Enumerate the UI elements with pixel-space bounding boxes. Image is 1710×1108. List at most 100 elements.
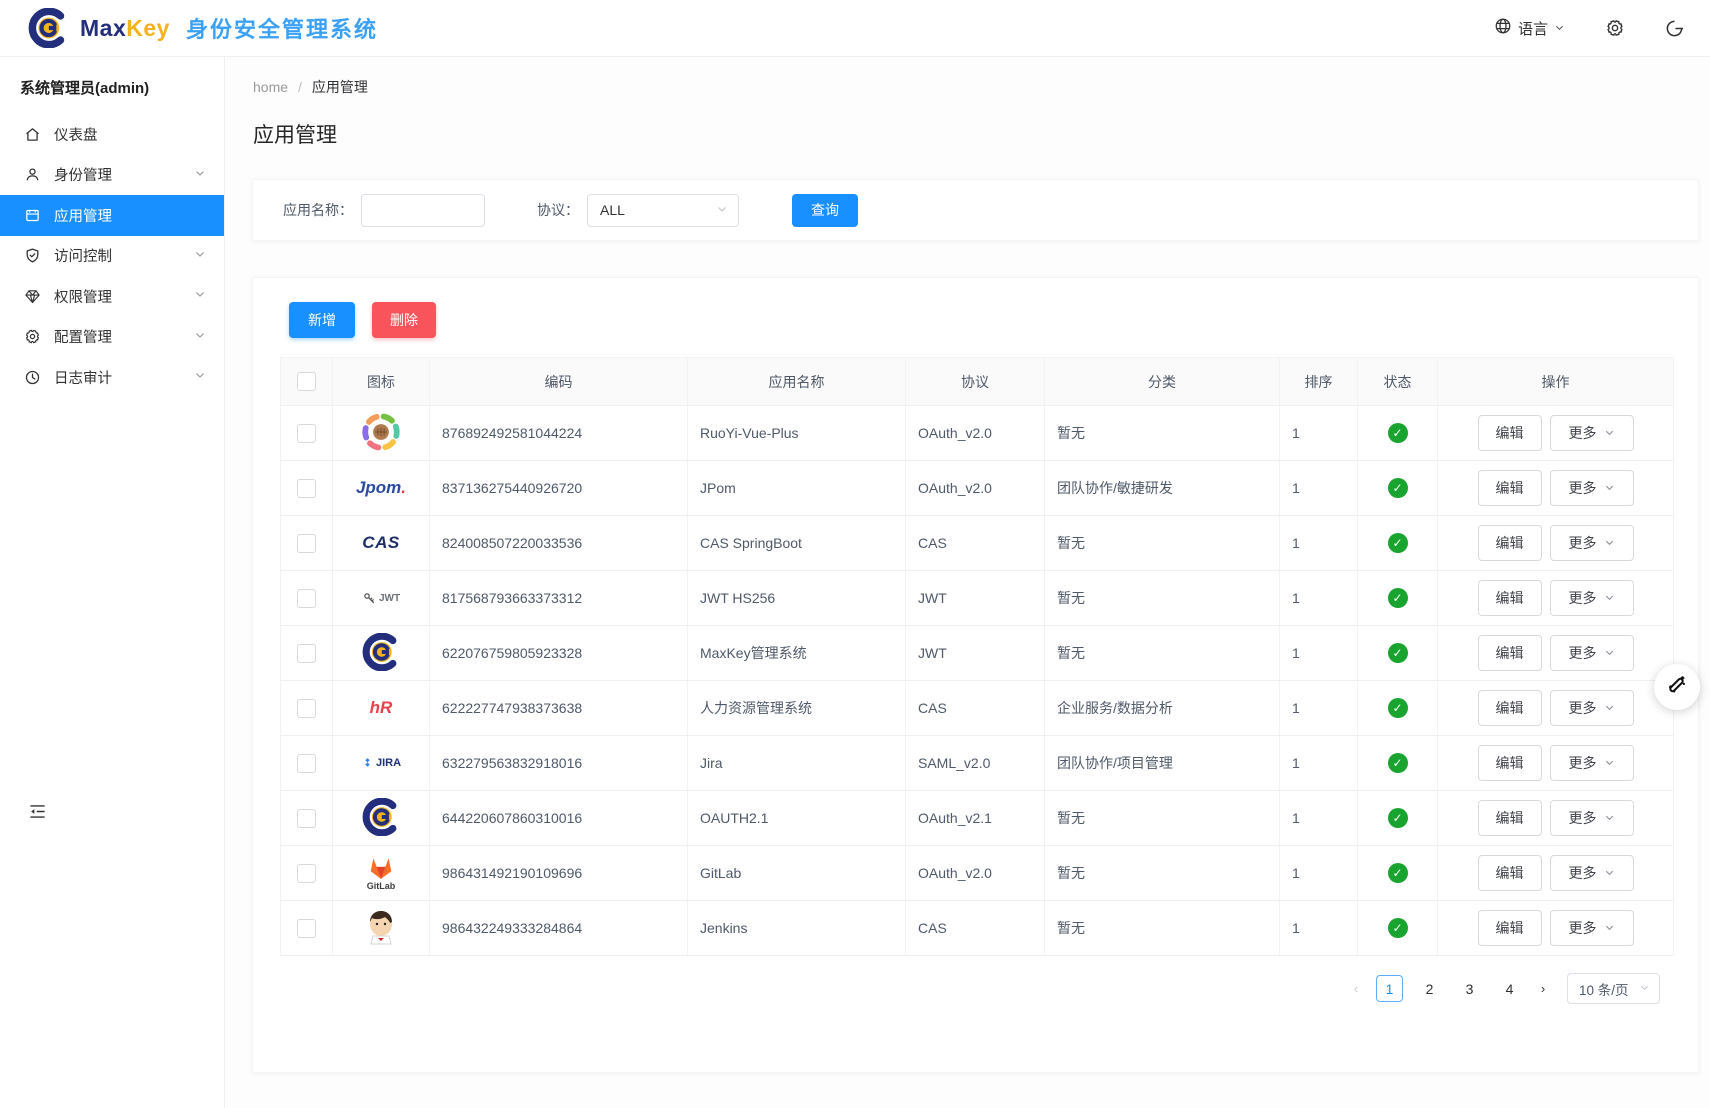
sort-cell: 1 xyxy=(1280,846,1358,900)
sidebar-item-5[interactable]: 配置管理 xyxy=(0,317,224,358)
table-row: JWT817568793663373312JWT HS256JWT暂无1✓编辑更… xyxy=(281,571,1673,626)
more-button[interactable]: 更多 xyxy=(1550,470,1634,506)
category-cell: 暂无 xyxy=(1045,626,1280,680)
more-button[interactable]: 更多 xyxy=(1550,800,1634,836)
apps-icon xyxy=(24,207,41,224)
sidebar-item-4[interactable]: 权限管理 xyxy=(0,276,224,317)
chevron-down-icon xyxy=(1604,425,1615,441)
table-row: 622076759805923328MaxKey管理系统JWT暂无1✓编辑更多 xyxy=(281,626,1673,681)
breadcrumb-current: 应用管理 xyxy=(312,79,368,95)
edit-button[interactable]: 编辑 xyxy=(1478,415,1542,451)
edit-button[interactable]: 编辑 xyxy=(1478,745,1542,781)
more-button[interactable]: 更多 xyxy=(1550,525,1634,561)
actions-cell: 编辑更多 xyxy=(1438,901,1673,955)
chevron-down-icon xyxy=(1604,645,1615,661)
protocol-cell: CAS xyxy=(906,901,1045,955)
row-checkbox[interactable] xyxy=(297,534,316,553)
add-button[interactable]: 新增 xyxy=(289,302,355,338)
more-button[interactable]: 更多 xyxy=(1550,580,1634,616)
app-name-cell: Jenkins xyxy=(688,901,906,955)
chevron-down-icon xyxy=(1604,920,1615,936)
status-cell: ✓ xyxy=(1358,736,1438,790)
app-logo-jenkins xyxy=(363,908,399,949)
column-header: 状态 xyxy=(1358,358,1438,405)
search-button[interactable]: 查询 xyxy=(792,194,858,227)
collapse-sidebar-icon[interactable] xyxy=(28,802,47,826)
page-number-2[interactable]: 2 xyxy=(1416,975,1443,1002)
more-button[interactable]: 更多 xyxy=(1550,635,1634,671)
select-all-checkbox[interactable] xyxy=(297,372,316,391)
more-button[interactable]: 更多 xyxy=(1550,910,1634,946)
sidebar-item-apps[interactable]: 应用管理 xyxy=(0,195,224,236)
protocol-cell: SAML_v2.0 xyxy=(906,736,1045,790)
edit-button[interactable]: 编辑 xyxy=(1478,525,1542,561)
row-checkbox[interactable] xyxy=(297,424,316,443)
topbar-actions: 语言 xyxy=(1494,17,1684,39)
app-icon-cell xyxy=(333,901,430,955)
app-name-cell: OAUTH2.1 xyxy=(688,791,906,845)
category-cell: 团队协作/项目管理 xyxy=(1045,736,1280,790)
page-number-1[interactable]: 1 xyxy=(1376,975,1403,1002)
globe-icon xyxy=(1494,17,1512,39)
column-header: 操作 xyxy=(1438,358,1673,405)
row-checkbox[interactable] xyxy=(297,919,316,938)
sort-cell: 1 xyxy=(1280,681,1358,735)
next-page-button[interactable]: › xyxy=(1536,981,1550,996)
edit-button[interactable]: 编辑 xyxy=(1478,855,1542,891)
app-code-cell: 986432249333284864 xyxy=(430,901,688,955)
protocol-cell: OAuth_v2.0 xyxy=(906,461,1045,515)
more-button[interactable]: 更多 xyxy=(1550,855,1634,891)
sidebar-item-6[interactable]: 日志审计 xyxy=(0,357,224,398)
breadcrumb: home/应用管理 xyxy=(225,57,1710,97)
edit-button[interactable]: 编辑 xyxy=(1478,800,1542,836)
actions-cell: 编辑更多 xyxy=(1438,461,1673,515)
settings-gear-icon[interactable] xyxy=(1605,18,1625,38)
protocol-select[interactable]: ALL xyxy=(587,194,739,227)
row-checkbox-cell xyxy=(281,516,333,570)
row-checkbox[interactable] xyxy=(297,864,316,883)
delete-button[interactable]: 删除 xyxy=(372,302,436,338)
edit-button[interactable]: 编辑 xyxy=(1478,580,1542,616)
breadcrumb-home[interactable]: home xyxy=(253,79,288,95)
row-checkbox[interactable] xyxy=(297,644,316,663)
sidebar-item-label: 日志审计 xyxy=(54,367,112,388)
sort-cell: 1 xyxy=(1280,516,1358,570)
more-button[interactable]: 更多 xyxy=(1550,745,1634,781)
logout-icon[interactable] xyxy=(1665,19,1684,38)
row-checkbox[interactable] xyxy=(297,699,316,718)
chevron-down-icon xyxy=(194,369,206,385)
sidebar-item-1[interactable]: 身份管理 xyxy=(0,155,224,196)
sidebar-item-dashboard[interactable]: 仪表盘 xyxy=(0,114,224,155)
sort-cell: 1 xyxy=(1280,736,1358,790)
chevron-down-icon xyxy=(1604,865,1615,881)
row-checkbox[interactable] xyxy=(297,589,316,608)
actions-cell: 编辑更多 xyxy=(1438,626,1673,680)
app-code-cell: 644220607860310016 xyxy=(430,791,688,845)
edit-button[interactable]: 编辑 xyxy=(1478,635,1542,671)
chevron-down-icon xyxy=(1604,700,1615,716)
row-checkbox-cell xyxy=(281,791,333,845)
app-name-input[interactable] xyxy=(361,194,485,227)
app-name-cell: JPom xyxy=(688,461,906,515)
chevron-down-icon xyxy=(716,202,728,218)
page-size-select[interactable]: 10 条/页 xyxy=(1567,973,1660,1004)
edit-button[interactable]: 编辑 xyxy=(1478,690,1542,726)
page-number-3[interactable]: 3 xyxy=(1456,975,1483,1002)
language-menu[interactable]: 语言 xyxy=(1494,17,1565,39)
prev-page-button[interactable]: ‹ xyxy=(1349,981,1363,996)
actions-cell: 编辑更多 xyxy=(1438,791,1673,845)
edit-button[interactable]: 编辑 xyxy=(1478,910,1542,946)
row-checkbox[interactable] xyxy=(297,754,316,773)
app-icon-cell: JIRA xyxy=(333,736,430,790)
assistant-fab-button[interactable] xyxy=(1654,664,1700,710)
app-logo-gitlab: GitLab xyxy=(345,851,417,895)
row-checkbox[interactable] xyxy=(297,809,316,828)
page-number-4[interactable]: 4 xyxy=(1496,975,1523,1002)
table-row: 876892492581044224RuoYi-Vue-PlusOAuth_v2… xyxy=(281,406,1673,461)
row-checkbox[interactable] xyxy=(297,479,316,498)
more-button[interactable]: 更多 xyxy=(1550,690,1634,726)
edit-button[interactable]: 编辑 xyxy=(1478,470,1542,506)
row-checkbox-cell xyxy=(281,406,333,460)
sidebar-item-3[interactable]: 访问控制 xyxy=(0,236,224,277)
more-button[interactable]: 更多 xyxy=(1550,415,1634,451)
